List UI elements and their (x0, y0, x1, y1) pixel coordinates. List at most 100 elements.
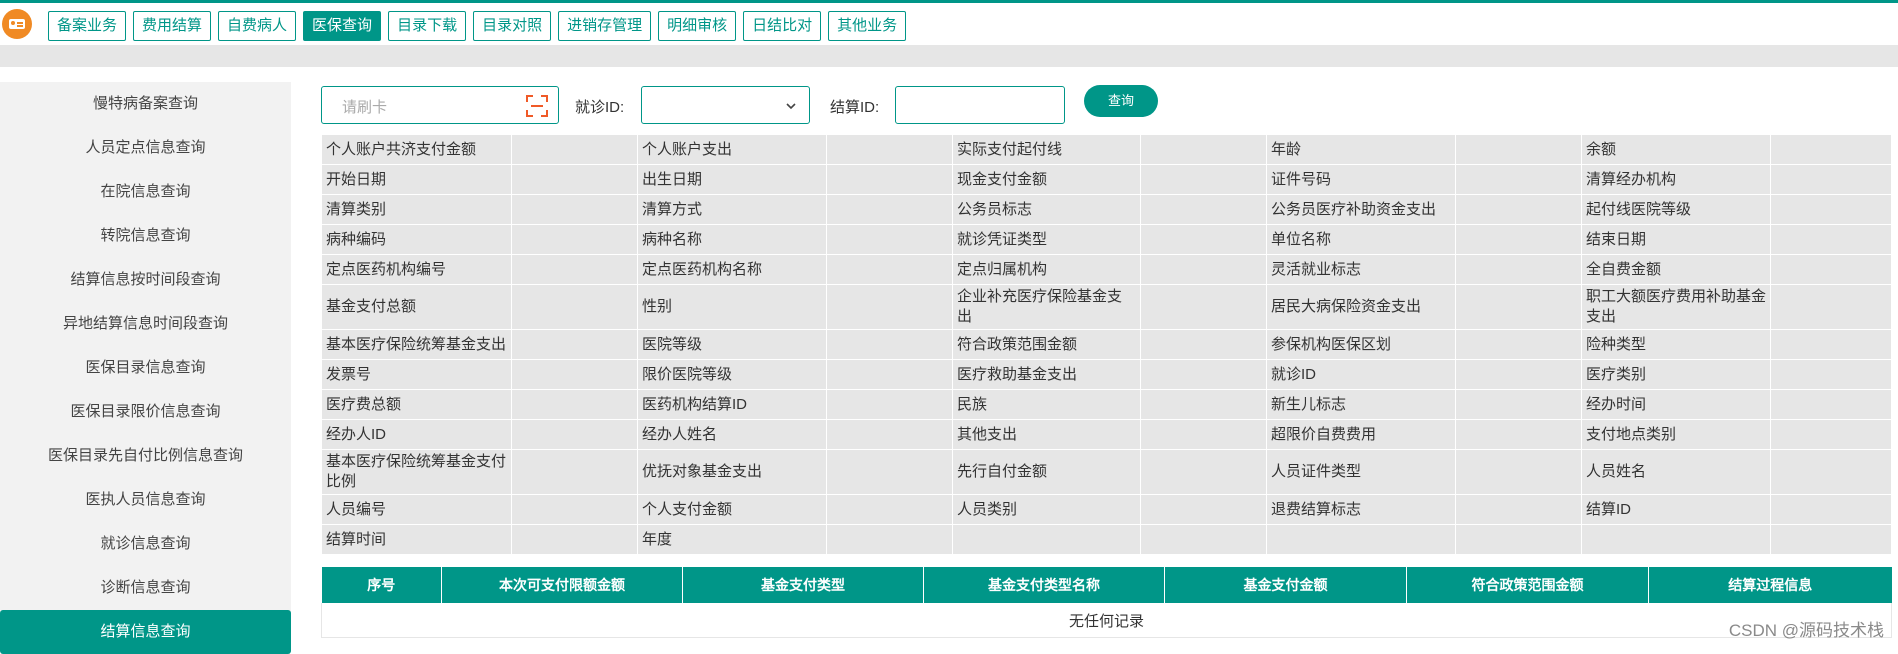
info-value (1770, 134, 1892, 165)
info-row: 基金支付总额 性别 企业补充医疗保险基金支出 居民大病保险资金支出 职工大额医疗费用补助… (321, 284, 1892, 330)
info-value (1140, 254, 1267, 285)
info-label: 企业补充医疗保险基金支出 (952, 284, 1141, 330)
grid-column-header[interactable]: 本次可支付限额金额 (441, 567, 683, 603)
nav-button[interactable]: 进销存管理 (558, 11, 652, 41)
info-label: 医院等级 (637, 329, 827, 360)
sidebar: 慢特病备案查询 人员定点信息查询 在院信息查询 转院信息查询 结算信息按时间段查询 异地结… (0, 82, 291, 654)
info-label: 限价医院等级 (637, 359, 827, 390)
info-value (826, 134, 953, 165)
info-value (511, 254, 638, 285)
info-value (826, 419, 953, 450)
nav-button[interactable]: 其他业务 (828, 11, 907, 41)
card-user-logo-icon (2, 9, 32, 39)
info-label: 参保机构医保区划 (1266, 329, 1456, 360)
sidebar-item[interactable]: 医保目录信息查询 (0, 346, 291, 390)
info-label: 医药机构结算ID (637, 389, 827, 420)
info-value (1140, 449, 1267, 495)
info-value (1770, 359, 1892, 390)
info-label (1266, 524, 1456, 555)
info-value (1455, 449, 1582, 495)
nav-button[interactable]: 明细审核 (658, 11, 737, 41)
info-label: 居民大病保险资金支出 (1266, 284, 1456, 330)
info-value (1140, 224, 1267, 255)
card-input[interactable] (340, 96, 504, 118)
info-value (1770, 254, 1892, 285)
sidebar-item[interactable]: 就诊信息查询 (0, 522, 291, 566)
top-nav: 备案业务 费用结算 自费病人 医保查询 目录下载 目录对照 进销存管理 明细审核 日结比对 其他业… (48, 11, 907, 41)
info-row: 经办人ID 经办人姓名 其他支出 超限价自费费用 支付地点类别 (321, 419, 1892, 450)
visit-id-label: 就诊ID: (575, 99, 625, 116)
info-label: 灵活就业标志 (1266, 254, 1456, 285)
info-label: 结束日期 (1581, 224, 1771, 255)
nav-button[interactable]: 备案业务 (48, 11, 127, 41)
settle-id-label: 结算ID: (830, 99, 880, 116)
info-value (1140, 524, 1267, 555)
sidebar-item[interactable]: 诊断信息查询 (0, 566, 291, 610)
info-row: 定点医药机构编号 定点医药机构名称 定点归属机构 灵活就业标志 全自费金额 (321, 254, 1892, 285)
info-value (1770, 494, 1892, 525)
sidebar-item[interactable]: 慢特病备案查询 (0, 82, 291, 126)
main-content: 就诊ID: 结算ID: 查询 个人账户共济支付金额 个人账户支出 实际支付起付线 年龄… (321, 84, 1892, 638)
settle-id-input[interactable] (895, 86, 1065, 124)
nav-button[interactable]: 自费病人 (218, 11, 297, 41)
info-label: 经办人ID (321, 419, 512, 450)
grid-column-header[interactable]: 基金支付金额 (1164, 567, 1407, 603)
query-form: 就诊ID: 结算ID: 查询 (321, 84, 1891, 128)
empty-record-text: 无任何记录 (321, 603, 1892, 638)
info-label: 开始日期 (321, 164, 512, 195)
info-label: 人员姓名 (1581, 449, 1771, 495)
info-value (826, 389, 953, 420)
info-value (1770, 389, 1892, 420)
info-value (1140, 494, 1267, 525)
scan-icon[interactable] (526, 95, 548, 117)
settlement-info-table: 个人账户共济支付金额 个人账户支出 实际支付起付线 年龄 余额 开始日期 出生日期 现金支付金… (321, 134, 1892, 555)
card-input-box[interactable] (321, 86, 559, 124)
nav-button[interactable]: 医保查询 (303, 11, 382, 41)
grid-column-header[interactable]: 基金支付类型名称 (923, 567, 1165, 603)
nav-button[interactable]: 日结比对 (743, 11, 822, 41)
grid-column-header[interactable]: 符合政策范围金额 (1406, 567, 1649, 603)
grid-column-header[interactable]: 结算过程信息 (1648, 567, 1892, 603)
grid-column-header[interactable]: 基金支付类型 (682, 567, 924, 603)
info-value (1455, 419, 1582, 450)
info-value (1140, 329, 1267, 360)
sidebar-item[interactable]: 转院信息查询 (0, 214, 291, 258)
sidebar-item[interactable]: 结算信息按时间段查询 (0, 258, 291, 302)
info-value (511, 284, 638, 330)
nav-button[interactable]: 目录下载 (388, 11, 467, 41)
info-row: 开始日期 出生日期 现金支付金额 证件号码 清算经办机构 (321, 164, 1892, 195)
grid-column-header[interactable]: 序号 (321, 567, 442, 603)
sidebar-item[interactable]: 在院信息查询 (0, 170, 291, 214)
info-value (1770, 419, 1892, 450)
info-label: 基本医疗保险统筹基金支出 (321, 329, 512, 360)
info-value (511, 134, 638, 165)
info-value (511, 329, 638, 360)
info-value (1770, 329, 1892, 360)
info-label: 民族 (952, 389, 1141, 420)
sidebar-item[interactable]: 人员定点信息查询 (0, 126, 291, 170)
info-row: 人员编号 个人支付金额 人员类别 退费结算标志 结算ID (321, 494, 1892, 525)
info-row: 医疗费总额 医药机构结算ID 民族 新生儿标志 经办时间 (321, 389, 1892, 420)
info-label: 医疗救助基金支出 (952, 359, 1141, 390)
info-label: 就诊凭证类型 (952, 224, 1141, 255)
info-row: 结算时间 年度 (321, 524, 1892, 555)
info-value (826, 494, 953, 525)
sidebar-item[interactable]: 医执人员信息查询 (0, 478, 291, 522)
sidebar-item[interactable]: 医保目录限价信息查询 (0, 390, 291, 434)
info-label: 险种类型 (1581, 329, 1771, 360)
sidebar-item[interactable]: 医保目录先自付比例信息查询 (0, 434, 291, 478)
info-label: 清算经办机构 (1581, 164, 1771, 195)
info-label (1581, 524, 1771, 555)
sidebar-item[interactable]: 结算信息查询 (0, 610, 291, 654)
info-label: 年度 (637, 524, 827, 555)
info-value (1770, 284, 1892, 330)
sidebar-item[interactable]: 异地结算信息时间段查询 (0, 302, 291, 346)
visit-id-select[interactable] (641, 86, 810, 124)
chevron-down-icon (786, 103, 796, 110)
info-label: 现金支付金额 (952, 164, 1141, 195)
nav-button[interactable]: 费用结算 (133, 11, 212, 41)
nav-button[interactable]: 目录对照 (473, 11, 552, 41)
info-value (1455, 329, 1582, 360)
query-button[interactable]: 查询 (1084, 85, 1158, 117)
info-value (826, 224, 953, 255)
